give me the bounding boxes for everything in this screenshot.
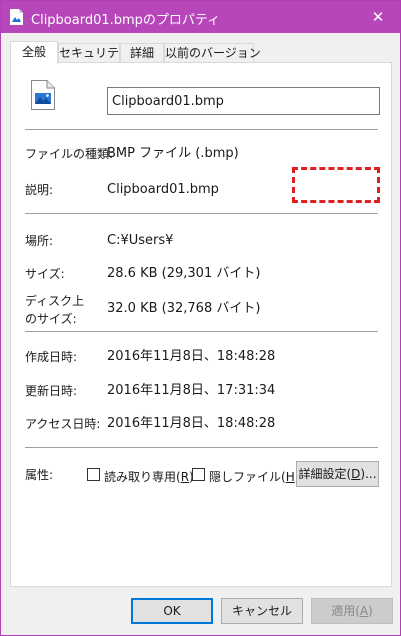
separator bbox=[25, 331, 378, 332]
general-panel: ファイルの種類: BMP ファイル (.bmp) 説明: Clipboard01… bbox=[10, 62, 392, 587]
separator bbox=[25, 129, 378, 130]
tab-previous-versions[interactable]: 以前のバージョン bbox=[164, 43, 261, 63]
annotation-highlight-box bbox=[292, 167, 380, 203]
location-value: C:¥Users¥ bbox=[107, 233, 174, 248]
accessed-label: アクセス日時: bbox=[25, 417, 101, 431]
file-type-value: BMP ファイル (.bmp) bbox=[107, 146, 239, 161]
location-label: 場所: bbox=[25, 234, 54, 248]
tab-security[interactable]: セキュリティ bbox=[58, 43, 130, 63]
cancel-button[interactable]: キャンセル bbox=[221, 598, 303, 624]
image-file-icon bbox=[31, 80, 55, 110]
description-value: Clipboard01.bmp bbox=[107, 182, 219, 197]
ok-button[interactable]: OK bbox=[131, 598, 213, 624]
window-title: Clipboard01.bmpのプロパティ bbox=[31, 13, 221, 28]
close-icon: ✕ bbox=[371, 8, 385, 26]
bitmap-file-icon bbox=[10, 9, 23, 25]
modified-value: 2016年11月8日、17:31:34 bbox=[107, 383, 276, 398]
disk-size-label-line1: ディスク上 bbox=[25, 294, 85, 308]
size-label: サイズ: bbox=[25, 267, 65, 281]
readonly-checkbox[interactable] bbox=[87, 468, 100, 481]
filename-input[interactable] bbox=[107, 87, 380, 115]
close-button[interactable]: ✕ bbox=[356, 1, 400, 33]
tab-details[interactable]: 詳細 bbox=[120, 43, 164, 63]
title-bar[interactable]: Clipboard01.bmpのプロパティ ✕ bbox=[1, 1, 400, 33]
accessed-value: 2016年11月8日、18:48:28 bbox=[107, 416, 276, 431]
modified-label: 更新日時: bbox=[25, 384, 78, 398]
tab-general[interactable]: 全般 bbox=[10, 41, 58, 64]
advanced-settings-button[interactable]: 詳細設定(D)... bbox=[296, 461, 379, 487]
separator bbox=[25, 447, 378, 448]
hidden-checkbox-label[interactable]: 隠しファイル(H) bbox=[209, 468, 299, 485]
apply-button[interactable]: 適用(A) bbox=[311, 598, 393, 624]
tab-strip: 全般 セキュリティ 詳細 以前のバージョン bbox=[10, 41, 392, 64]
created-label: 作成日時: bbox=[25, 350, 78, 364]
description-label: 説明: bbox=[25, 183, 54, 197]
size-value: 28.6 KB (29,301 バイト) bbox=[107, 266, 261, 281]
hidden-checkbox[interactable] bbox=[192, 468, 205, 481]
file-type-label: ファイルの種類: bbox=[25, 147, 114, 161]
properties-window: Clipboard01.bmpのプロパティ ✕ 全般 セキュリティ 詳細 以前の… bbox=[0, 0, 401, 636]
disk-size-label-line2: のサイズ: bbox=[25, 312, 77, 326]
created-value: 2016年11月8日、18:48:28 bbox=[107, 349, 276, 364]
separator bbox=[25, 213, 378, 214]
readonly-checkbox-label[interactable]: 読み取り専用(R) bbox=[104, 468, 194, 485]
attributes-label: 属性: bbox=[25, 468, 54, 482]
disk-size-value: 32.0 KB (32,768 バイト) bbox=[107, 301, 261, 316]
